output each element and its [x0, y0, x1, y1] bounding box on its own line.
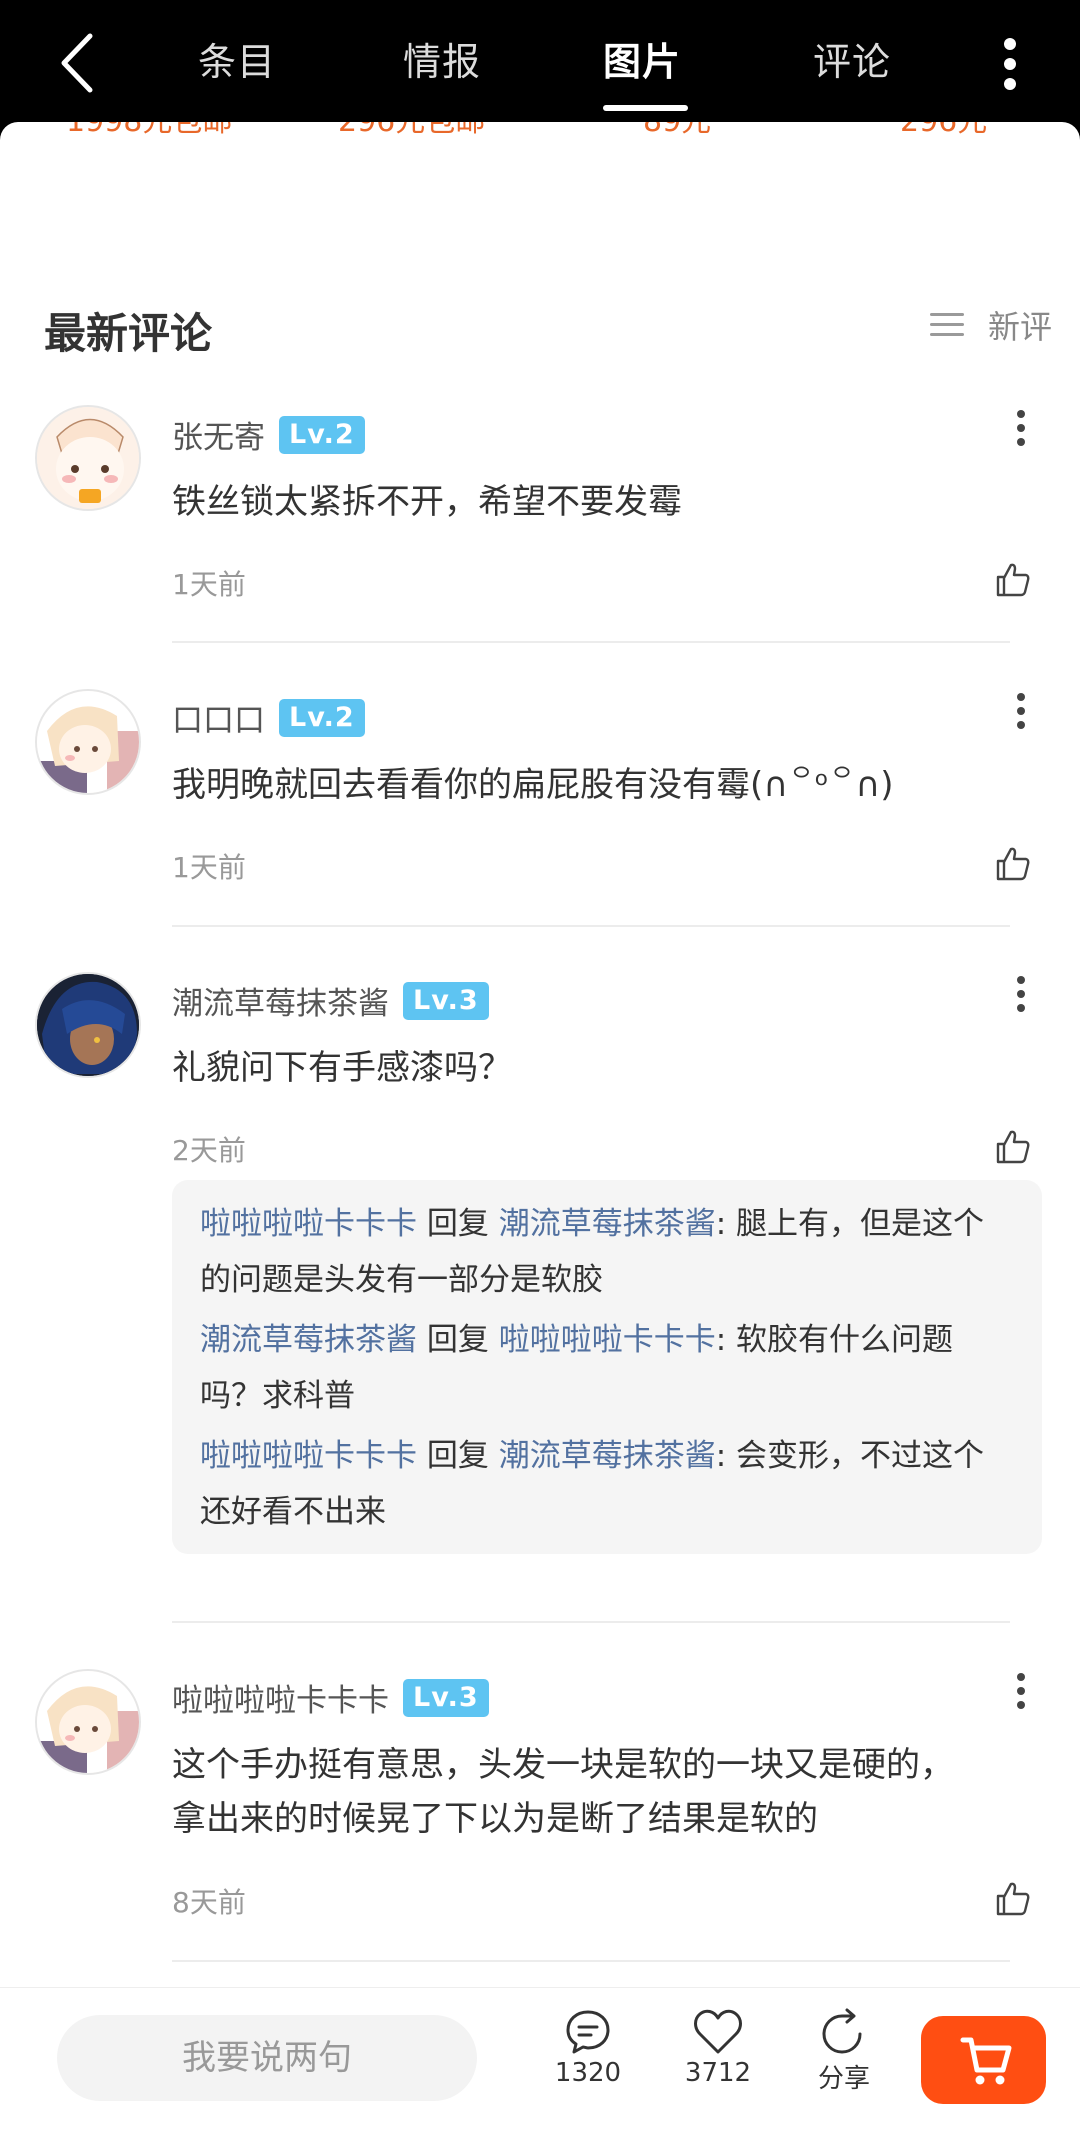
reply-verb: 回复 [417, 1206, 499, 1242]
thumbs-up-icon[interactable] [995, 846, 1031, 882]
reply-verb: 回复 [417, 1438, 499, 1474]
username[interactable]: 张无寄 Lv.2 [172, 412, 365, 457]
level-badge: Lv.3 [403, 1678, 489, 1717]
comment-text: 礼貌问下有手感漆吗？ [172, 1048, 512, 1088]
comment-time: 8天前 [172, 1886, 246, 1919]
comment-text: 铁丝锁太紧拆不开，希望不要发霉 [172, 482, 682, 522]
reply-target[interactable]: 潮流草莓抹茶酱 [499, 1206, 716, 1242]
price-row: 1998元包邮 296元包邮 89元 296元 [0, 122, 1080, 152]
shopping-cart-icon [960, 2037, 1012, 2085]
level-badge: Lv.3 [403, 981, 489, 1020]
comment-count: 1320 [554, 2058, 622, 2088]
thumbs-up-icon[interactable] [995, 1129, 1031, 1165]
active-tab-indicator [603, 105, 688, 111]
reply-target[interactable]: 啦啦啦啦卡卡卡 [499, 1322, 716, 1358]
avatar[interactable] [35, 972, 141, 1078]
comment-more-icon[interactable] [1014, 1673, 1028, 1709]
tab-entry[interactable]: 条目 [198, 38, 276, 86]
price-label: 296元包邮 [338, 122, 485, 140]
thumbs-up-icon[interactable] [995, 562, 1031, 598]
comment-bubble-icon [566, 2010, 610, 2054]
sort-label: 新评 [987, 308, 1052, 346]
avatar[interactable] [35, 405, 141, 511]
comment-text: 我明晚就回去看看你的扁屁股有没有霉(∩꒪ᵒ꒪∩) [172, 765, 894, 805]
username-text: 啦啦啦啦卡卡卡 [172, 1683, 389, 1719]
reply-item[interactable]: 潮流草莓抹茶酱 回复 啦啦啦啦卡卡卡: 软胶有什么问题吗？求科普 [200, 1312, 1014, 1424]
level-badge: Lv.2 [279, 698, 365, 737]
avatar[interactable] [35, 1669, 141, 1775]
tab-info[interactable]: 情报 [403, 38, 481, 86]
bottom-action-bar: 我要说两句 1320 3712 分享 [0, 1987, 1080, 2131]
comment-more-icon[interactable] [1014, 410, 1028, 446]
username[interactable]: 潮流草莓抹茶酱 Lv.3 [172, 978, 489, 1023]
divider [172, 1621, 1010, 1623]
content-sheet: 1998元包邮 296元包邮 89元 296元 最新评论 新评 张无寄 Lv.2 [0, 122, 1080, 2131]
back-arrow-icon[interactable] [52, 30, 102, 96]
heart-icon [694, 2009, 742, 2054]
price-label: 89元 [643, 122, 711, 140]
username[interactable]: 口口口 Lv.2 [172, 695, 365, 740]
tab-images[interactable]: 图片 [603, 38, 681, 86]
comment-time: 1天前 [172, 568, 246, 601]
like-count: 3712 [684, 2058, 752, 2088]
reply-verb: 回复 [417, 1322, 499, 1358]
section-title: 最新评论 [44, 309, 213, 358]
reply-author[interactable]: 潮流草莓抹茶酱 [200, 1322, 417, 1358]
top-nav-bar: 条目 情报 图片 评论 [0, 0, 1080, 125]
share-label: 分享 [817, 2064, 870, 2094]
username-text: 潮流草莓抹茶酱 [172, 986, 389, 1022]
favorite-button[interactable]: 3712 [658, 2008, 778, 2088]
reply-author[interactable]: 啦啦啦啦卡卡卡 [200, 1438, 417, 1474]
reply-author[interactable]: 啦啦啦啦卡卡卡 [200, 1206, 417, 1242]
price-label: 1998元包邮 [66, 122, 232, 140]
divider [172, 1960, 1010, 1962]
comments-button[interactable]: 1320 [528, 2008, 648, 2088]
reply-item[interactable]: 啦啦啦啦卡卡卡 回复 潮流草莓抹茶酱: 会变形，不过这个还好看不出来 [200, 1428, 1014, 1540]
share-button[interactable]: 分享 [784, 2008, 904, 2095]
cart-button[interactable] [921, 2016, 1046, 2104]
comment-time: 2天前 [172, 1134, 246, 1167]
sort-list-icon [929, 311, 966, 339]
thumbs-up-icon[interactable] [995, 1881, 1031, 1917]
more-options-icon[interactable] [996, 34, 1024, 94]
reply-thread: 啦啦啦啦卡卡卡 回复 潮流草莓抹茶酱: 腿上有，但是这个的问题是头发有一部分是软… [172, 1180, 1042, 1554]
username[interactable]: 啦啦啦啦卡卡卡 Lv.3 [172, 1675, 489, 1720]
comment-input[interactable]: 我要说两句 [57, 2015, 477, 2101]
avatar[interactable] [35, 689, 141, 795]
comment-more-icon[interactable] [1014, 976, 1028, 1012]
username-text: 口口口 [172, 703, 265, 739]
level-badge: Lv.2 [279, 415, 365, 454]
price-label: 296元 [900, 122, 987, 140]
sort-button[interactable]: 新评 [929, 302, 1052, 348]
reply-target[interactable]: 潮流草莓抹茶酱 [499, 1438, 716, 1474]
share-icon [822, 2008, 862, 2054]
reply-item[interactable]: 啦啦啦啦卡卡卡 回复 潮流草莓抹茶酱: 腿上有，但是这个的问题是头发有一部分是软… [200, 1196, 1014, 1308]
username-text: 张无寄 [172, 420, 265, 456]
comment-more-icon[interactable] [1014, 693, 1028, 729]
comment-time: 1天前 [172, 851, 246, 884]
tab-comments[interactable]: 评论 [813, 38, 891, 86]
divider [172, 925, 1010, 927]
divider [172, 641, 1010, 643]
comment-text: 这个手办挺有意思，头发一块是软的一块又是硬的，拿出来的时候晃了下以为是断了结果是… [172, 1745, 954, 1839]
